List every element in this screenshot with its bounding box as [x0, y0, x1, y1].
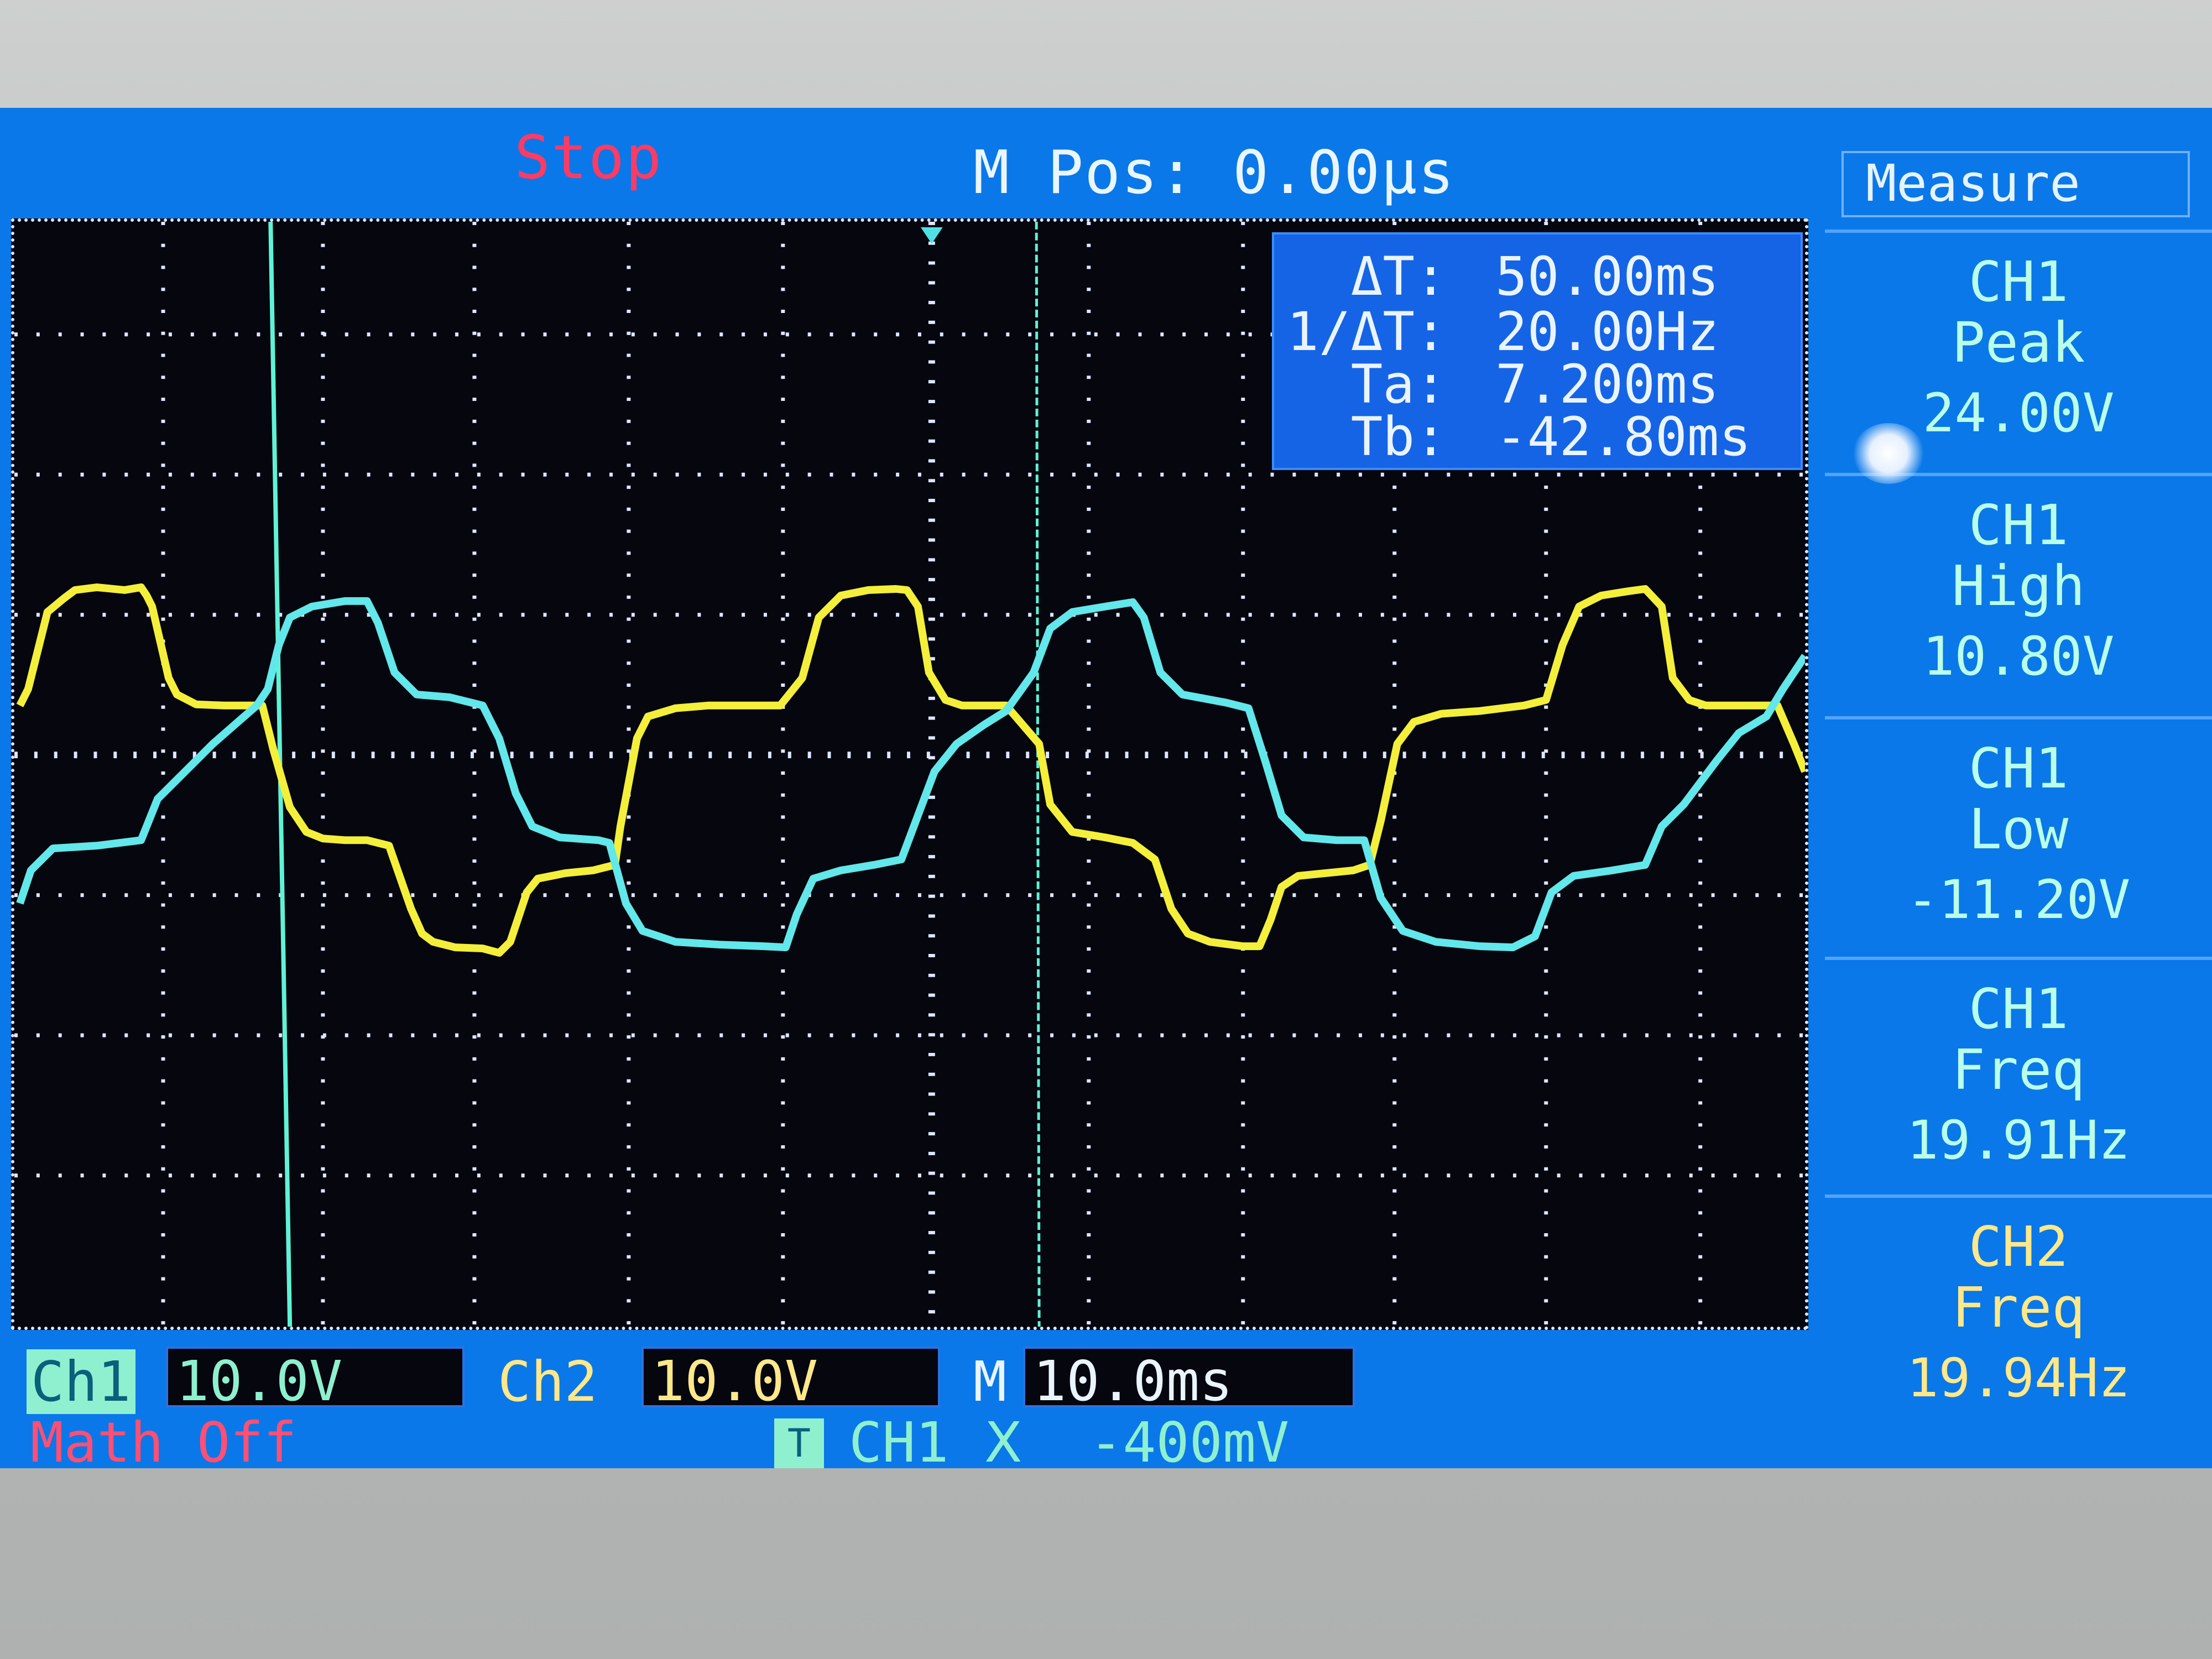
measure-type: Freq: [1952, 1275, 2085, 1340]
measure-source: CH2: [1968, 1214, 2069, 1279]
timebase-label: M: [973, 1349, 1007, 1414]
horizontal-position: M Pos: 0.00µs: [973, 138, 1455, 207]
trigger-source: CH1: [849, 1410, 949, 1468]
cursor-row-ta: Ta: 7.200ms: [1274, 353, 1801, 415]
measure-source: CH1: [1968, 736, 2069, 801]
math-status: Math Off: [30, 1410, 297, 1468]
cursor-key: Tb:: [1350, 406, 1447, 468]
cursor-readout: ΔT: 50.00ms 1/ΔT: 20.00Hz Ta: 7.200ms Tb…: [1272, 232, 1803, 470]
cursor-row-tb: Tb: -42.80ms: [1274, 406, 1801, 468]
measure-type: Freq: [1952, 1037, 2085, 1102]
measure-slot-5[interactable]: CH2 Freq 19.94Hz: [1825, 1194, 2212, 1430]
cursor-value: 50.00ms: [1495, 246, 1719, 307]
cursor-b: [1035, 222, 1041, 1327]
ch1-label[interactable]: Ch1: [27, 1349, 135, 1414]
measure-slot-4[interactable]: CH1 Freq 19.91Hz: [1825, 957, 2212, 1192]
trigger-level: -400mV: [1089, 1410, 1290, 1468]
ch2-volts-per-div: 10.0V: [641, 1347, 940, 1413]
measure-source: CH1: [1968, 977, 2069, 1041]
cursor-value: -42.80ms: [1495, 406, 1751, 468]
measure-value: 10.80V: [1922, 625, 2115, 687]
measure-slot-3[interactable]: CH1 Low -11.20V: [1825, 716, 2212, 952]
measure-type: Low: [1968, 797, 2069, 862]
measure-source: CH1: [1968, 249, 2069, 314]
ch1-volts-per-div: 10.0V: [166, 1347, 465, 1413]
cursor-key: ΔT:: [1350, 246, 1447, 307]
ch2-label[interactable]: Ch2: [498, 1349, 598, 1414]
measure-value: 19.94Hz: [1906, 1347, 2131, 1409]
cursor-row-delta-t: ΔT: 50.00ms: [1274, 246, 1801, 307]
measure-slot-2[interactable]: CH1 High 10.80V: [1825, 473, 2212, 708]
measure-type: Peak: [1952, 310, 2085, 375]
trigger-t-icon: T: [774, 1418, 824, 1468]
measure-value: -11.20V: [1906, 869, 2131, 931]
measure-type: High: [1952, 554, 2085, 618]
trigger-position-marker: [920, 227, 943, 244]
run-status: Stop: [514, 123, 663, 192]
cursor-row-inverse-delta-t: 1/ΔT: 20.00Hz: [1274, 301, 1801, 363]
ch1-waveform: [16, 583, 1805, 957]
selector-knob-icon: [1853, 423, 1924, 484]
timebase-scale: 10.0ms: [1023, 1347, 1355, 1413]
measure-menu-title[interactable]: Measure: [1841, 151, 2190, 217]
oscilloscope-screen: Stop M Pos: 0.00µs ΔT: 50.00ms 1/ΔT: 20.…: [0, 108, 2212, 1468]
measure-value: 19.91Hz: [1906, 1109, 2131, 1171]
trigger-edge-icon: Ⅹ: [984, 1410, 1022, 1468]
measure-source: CH1: [1968, 493, 2069, 557]
